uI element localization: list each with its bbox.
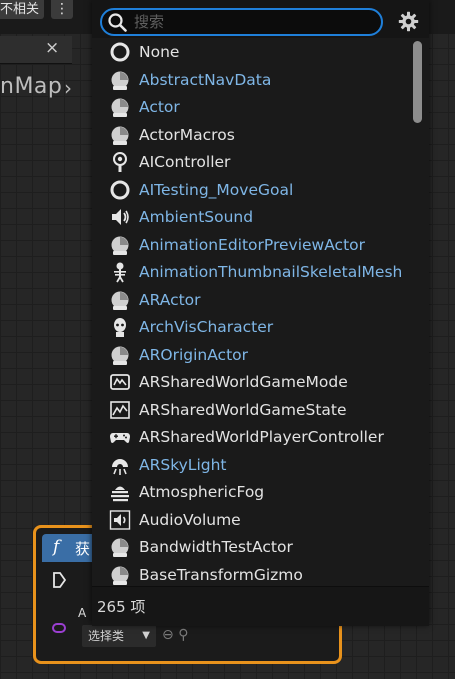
tab-close-icon[interactable]: × <box>45 38 59 58</box>
list-item-label: ARSharedWorldPlayerController <box>139 428 384 446</box>
exec-pin-icon[interactable] <box>52 572 66 588</box>
list-item-label: AROriginActor <box>139 345 249 364</box>
skylight-icon <box>112 458 128 475</box>
actor-icon <box>111 538 129 557</box>
circle-icon <box>110 42 130 62</box>
search-icon <box>108 13 127 32</box>
actor-icon <box>111 236 129 255</box>
audio-volume-icon <box>109 509 131 530</box>
class-select-dropdown[interactable]: 选择类 ▼ <box>82 625 156 647</box>
list-item-label: AbstractNavData <box>139 70 272 89</box>
list-item-label: Actor <box>139 98 180 116</box>
actor-icon <box>111 71 129 90</box>
browse-search-icon[interactable]: ⚲ <box>178 627 188 643</box>
more-options-icon[interactable]: ⋮ <box>51 0 73 19</box>
list-item-label: AtmosphericFog <box>139 483 265 501</box>
list-item-label: ARSharedWorldGameMode <box>139 373 348 391</box>
gear-icon[interactable] <box>398 11 419 32</box>
list-item-label: AudioVolume <box>139 510 241 529</box>
character-icon <box>114 318 126 337</box>
speaker-icon <box>112 209 129 225</box>
actor-icon <box>111 98 129 117</box>
list-item-label: ARSkyLight <box>139 455 227 474</box>
list-scrollbar[interactable] <box>413 41 422 123</box>
chevron-right-icon: › <box>64 76 72 100</box>
list-item[interactable]: ARSharedWorldPlayerController <box>92 423 402 451</box>
list-item[interactable]: Actor <box>92 93 402 121</box>
actor-icon <box>111 566 129 585</box>
list-item[interactable]: AnimationEditorPreviewActor <box>92 231 402 259</box>
class-picker-footer: 265 项 <box>92 586 429 626</box>
background-toolbar-button[interactable]: 不相关 <box>0 0 45 19</box>
list-item-label: AnimationEditorPreviewActor <box>139 235 366 254</box>
list-item[interactable]: ArchVisCharacter <box>92 313 402 341</box>
list-item-label: AIController <box>139 153 231 171</box>
actor-icon <box>111 346 129 365</box>
list-item-label: AnimationThumbnailSkeletalMeshActor <box>139 263 401 281</box>
list-item[interactable]: ARSharedWorldGameState <box>92 396 402 424</box>
list-item[interactable]: BaseTransformGizmo <box>92 561 402 587</box>
list-item[interactable]: AtmosphericFog <box>92 478 402 506</box>
class-select-label: 选择类 <box>88 629 125 643</box>
list-item-label: ActorMacros <box>139 125 235 144</box>
list-item[interactable]: AbstractNavData <box>92 66 402 94</box>
use-selected-icon[interactable]: ⊖ <box>162 627 174 643</box>
circle-icon <box>110 180 130 199</box>
browse-icons[interactable]: ⊖ ⚲ <box>162 627 188 643</box>
node-pin-label: A <box>78 606 87 620</box>
list-item-label: BaseTransformGizmo <box>139 565 303 584</box>
list-item[interactable]: ARSkyLight <box>92 451 402 479</box>
list-item[interactable]: BandwidthTestActor <box>92 533 402 561</box>
list-item-label: ARActor <box>139 290 201 309</box>
list-item[interactable]: AnimationThumbnailSkeletalMeshActor <box>92 258 402 286</box>
actor-icon <box>111 291 129 310</box>
class-list[interactable]: None AbstractNavData Actor ActorMacros AICon… <box>92 38 429 586</box>
function-icon: f <box>53 537 60 557</box>
background-breadcrumb: nMap <box>0 74 63 99</box>
list-item[interactable]: AIController <box>92 148 402 176</box>
list-item[interactable]: ActorMacros <box>92 121 402 149</box>
search-input[interactable] <box>134 11 374 33</box>
list-item-label: AITesting_MoveGoal <box>139 180 294 199</box>
list-item-label: ARSharedWorldGameState <box>139 400 347 419</box>
class-pin-icon[interactable] <box>52 623 66 633</box>
actor-icon <box>111 126 129 145</box>
fog-icon <box>111 486 129 502</box>
item-count: 265 项 <box>97 598 146 616</box>
search-field[interactable] <box>100 8 383 36</box>
list-item-label: ArchVisCharacter <box>139 318 274 336</box>
node-title: 获 <box>75 540 91 558</box>
list-item-label: None <box>139 43 180 61</box>
list-item[interactable]: ARSharedWorldGameMode <box>92 368 402 396</box>
list-item-label: BandwidthTestActor <box>139 538 293 556</box>
class-list-items: None AbstractNavData Actor ActorMacros AICon… <box>92 38 402 586</box>
skeleton-icon <box>114 262 126 283</box>
chevron-down-icon: ▼ <box>142 630 150 641</box>
game-mode-icon <box>110 374 130 390</box>
list-item[interactable]: ARActor <box>92 286 402 314</box>
list-item-label: AmbientSound <box>139 208 254 226</box>
list-item[interactable]: AmbientSound <box>92 203 402 231</box>
list-item[interactable]: None <box>92 38 402 66</box>
game-state-icon <box>110 400 130 419</box>
list-item[interactable]: AITesting_MoveGoal <box>92 176 402 204</box>
background-tab[interactable]: × <box>0 36 72 64</box>
list-item[interactable]: AudioVolume <box>92 506 402 534</box>
gamepad-icon <box>110 433 130 443</box>
ai-controller-icon <box>113 152 127 172</box>
list-item[interactable]: AROriginActor <box>92 341 402 369</box>
